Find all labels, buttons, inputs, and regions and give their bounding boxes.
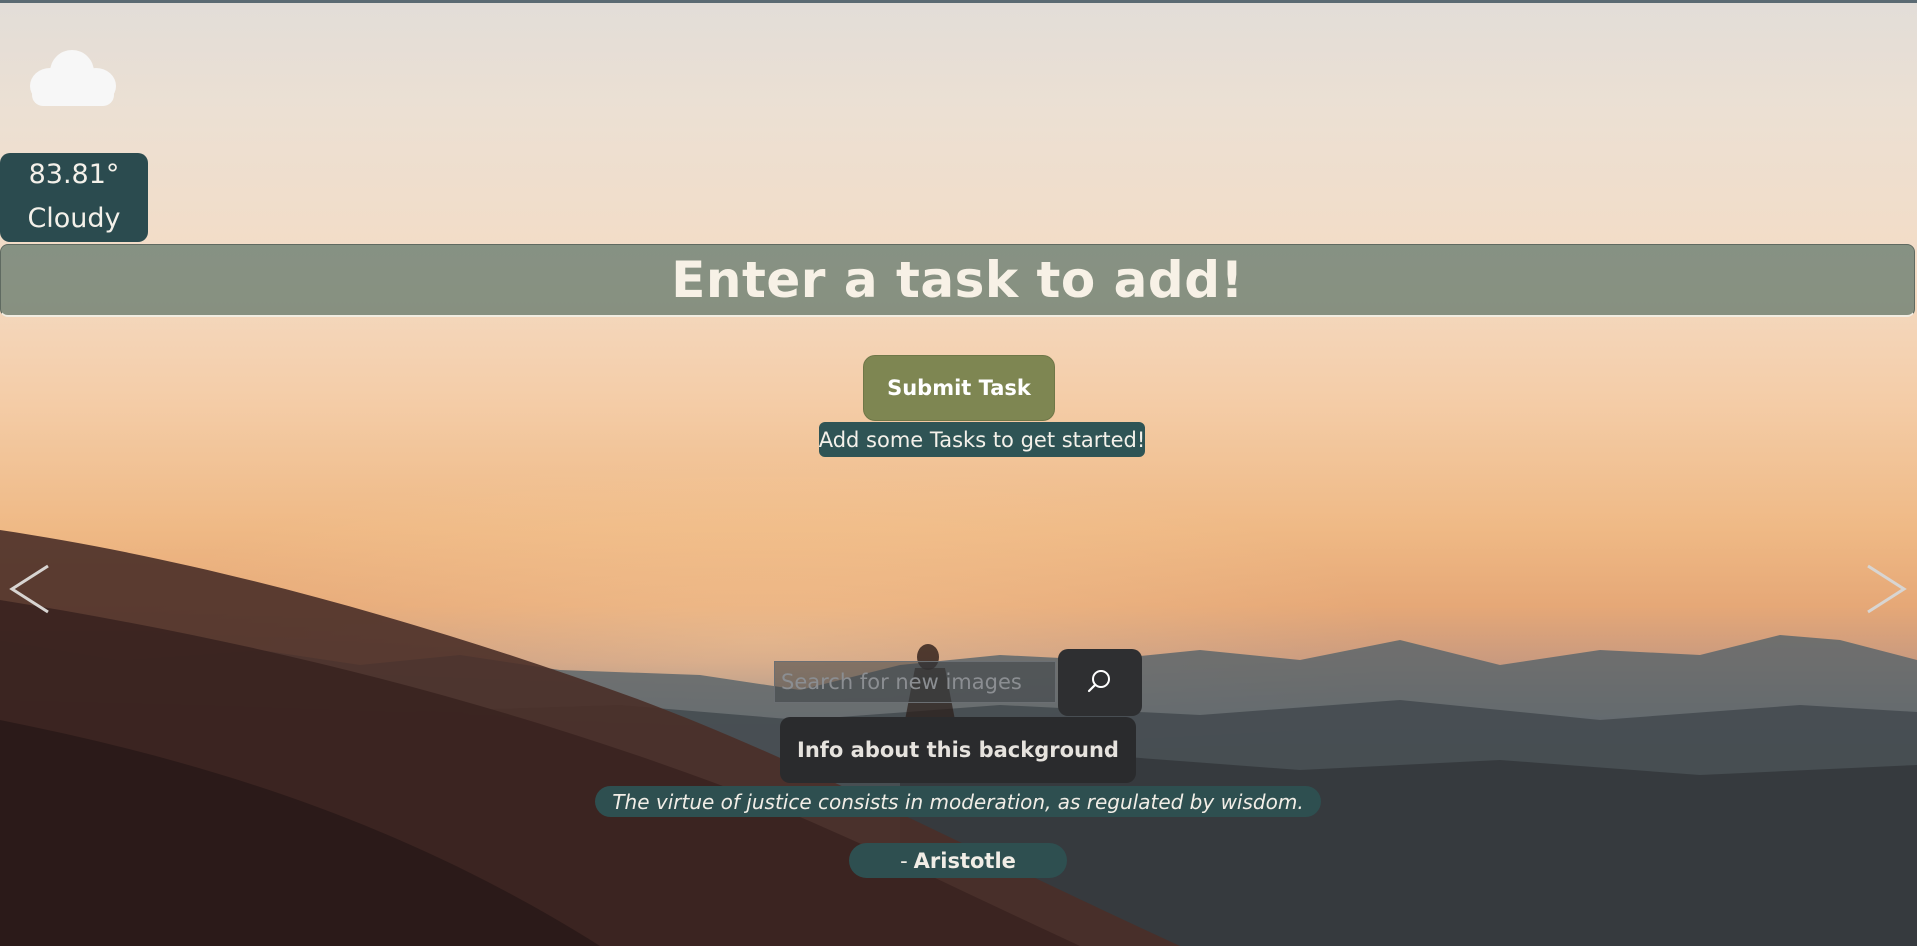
author-prefix: -: [900, 848, 908, 873]
top-border: [0, 0, 1917, 3]
background-info-button[interactable]: Info about this background: [780, 717, 1136, 783]
search-button[interactable]: [1058, 649, 1142, 716]
submit-task-button[interactable]: Submit Task: [863, 355, 1055, 421]
chevron-left-icon[interactable]: [6, 560, 54, 618]
image-search-input[interactable]: [774, 661, 1056, 703]
empty-tasks-message: Add some Tasks to get started!: [819, 422, 1145, 457]
cloud-icon: [26, 48, 120, 108]
weather-widget: 83.81° Cloudy: [0, 153, 148, 242]
task-input-bar: [0, 244, 1915, 317]
quote-author: - Aristotle: [849, 843, 1067, 878]
task-input[interactable]: [1, 244, 1914, 316]
temperature-text: 83.81°: [28, 159, 120, 190]
author-name: Aristotle: [913, 848, 1016, 873]
quote-text: The virtue of justice consists in modera…: [595, 786, 1321, 817]
search-icon: [1086, 667, 1114, 699]
chevron-right-icon[interactable]: [1862, 560, 1910, 618]
weather-condition-text: Cloudy: [27, 203, 121, 234]
